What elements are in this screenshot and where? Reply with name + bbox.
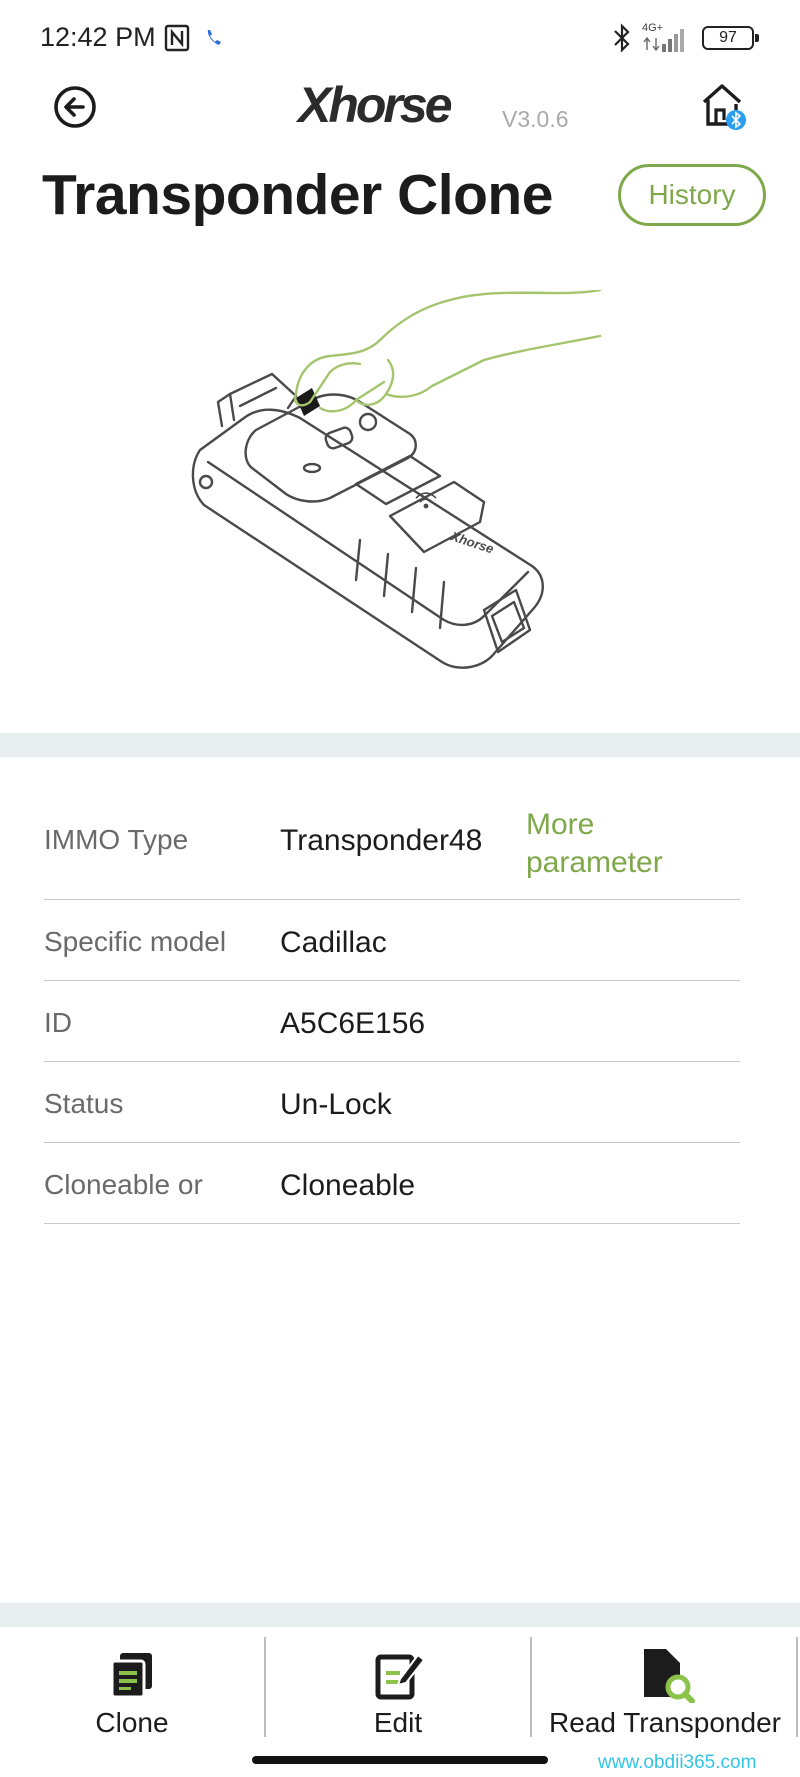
clone-label: Clone [95, 1707, 169, 1738]
section-divider-band [0, 1603, 800, 1627]
status-bar: 12:42 PM 4G+ 97 [0, 0, 800, 80]
nfc-icon [164, 24, 190, 52]
info-label: Status [44, 1088, 124, 1119]
device-illustration: Xhorse [191, 290, 602, 669]
info-label: ID [44, 1007, 72, 1038]
xhorse-logo: Xhorse [296, 77, 455, 133]
bottom-action-bar: Clone Edit Read Transponder [0, 1627, 800, 1747]
info-row-specific-model: Specific model Cadillac [44, 900, 740, 981]
read-transponder-label: Read Transponder [549, 1707, 781, 1738]
info-value: A5C6E156 [280, 1007, 426, 1040]
edit-icon [375, 1653, 424, 1700]
call-icon [207, 30, 221, 45]
screen: 12:42 PM 4G+ 97 Xhorse V3.0.6 Transponde… [0, 0, 800, 1777]
info-label: IMMO Type [44, 824, 189, 855]
svg-text:Xhorse: Xhorse [448, 528, 496, 556]
more-parameter-link[interactable]: More parameter [526, 806, 706, 882]
info-value: Cadillac [280, 926, 387, 959]
back-button[interactable] [52, 84, 98, 130]
signal-icon [643, 29, 684, 52]
watermark: www.obdii365.com [598, 1752, 757, 1773]
nav-divider [796, 1637, 798, 1737]
logo-text: Xhorse [296, 77, 452, 133]
home-bluetooth-icon[interactable] [700, 80, 748, 132]
edit-button[interactable]: Edit [266, 1627, 530, 1743]
page-title: Transponder Clone [42, 163, 553, 227]
status-time: 12:42 PM [40, 22, 156, 52]
transponder-info-table: IMMO Type Transponder48 More parameter S… [44, 770, 740, 1224]
bluetooth-icon [614, 23, 630, 53]
info-value: Transponder48 [280, 824, 483, 857]
section-divider-band [0, 733, 800, 757]
home-indicator[interactable] [252, 1756, 548, 1764]
info-label: Cloneable or [44, 1169, 203, 1200]
info-row-status: Status Un-Lock [44, 1062, 740, 1143]
info-value: Un-Lock [280, 1088, 392, 1121]
history-button[interactable]: History [618, 164, 766, 226]
info-row-id: ID A5C6E156 [44, 981, 740, 1062]
info-row-cloneable: Cloneable or Cloneable [44, 1143, 740, 1224]
app-version: V3.0.6 [502, 106, 569, 132]
battery-level: 97 [719, 29, 737, 46]
clone-button[interactable]: Clone [0, 1627, 264, 1743]
info-value: Cloneable [280, 1169, 416, 1202]
read-transponder-button[interactable]: Read Transponder [532, 1627, 798, 1743]
info-row-immo-type: IMMO Type Transponder48 More parameter [44, 770, 740, 900]
battery-indicator: 97 [702, 26, 759, 50]
edit-label: Edit [373, 1707, 423, 1738]
read-transponder-icon [644, 1649, 695, 1703]
clone-icon [110, 1653, 152, 1699]
info-label: Specific model [44, 926, 227, 957]
